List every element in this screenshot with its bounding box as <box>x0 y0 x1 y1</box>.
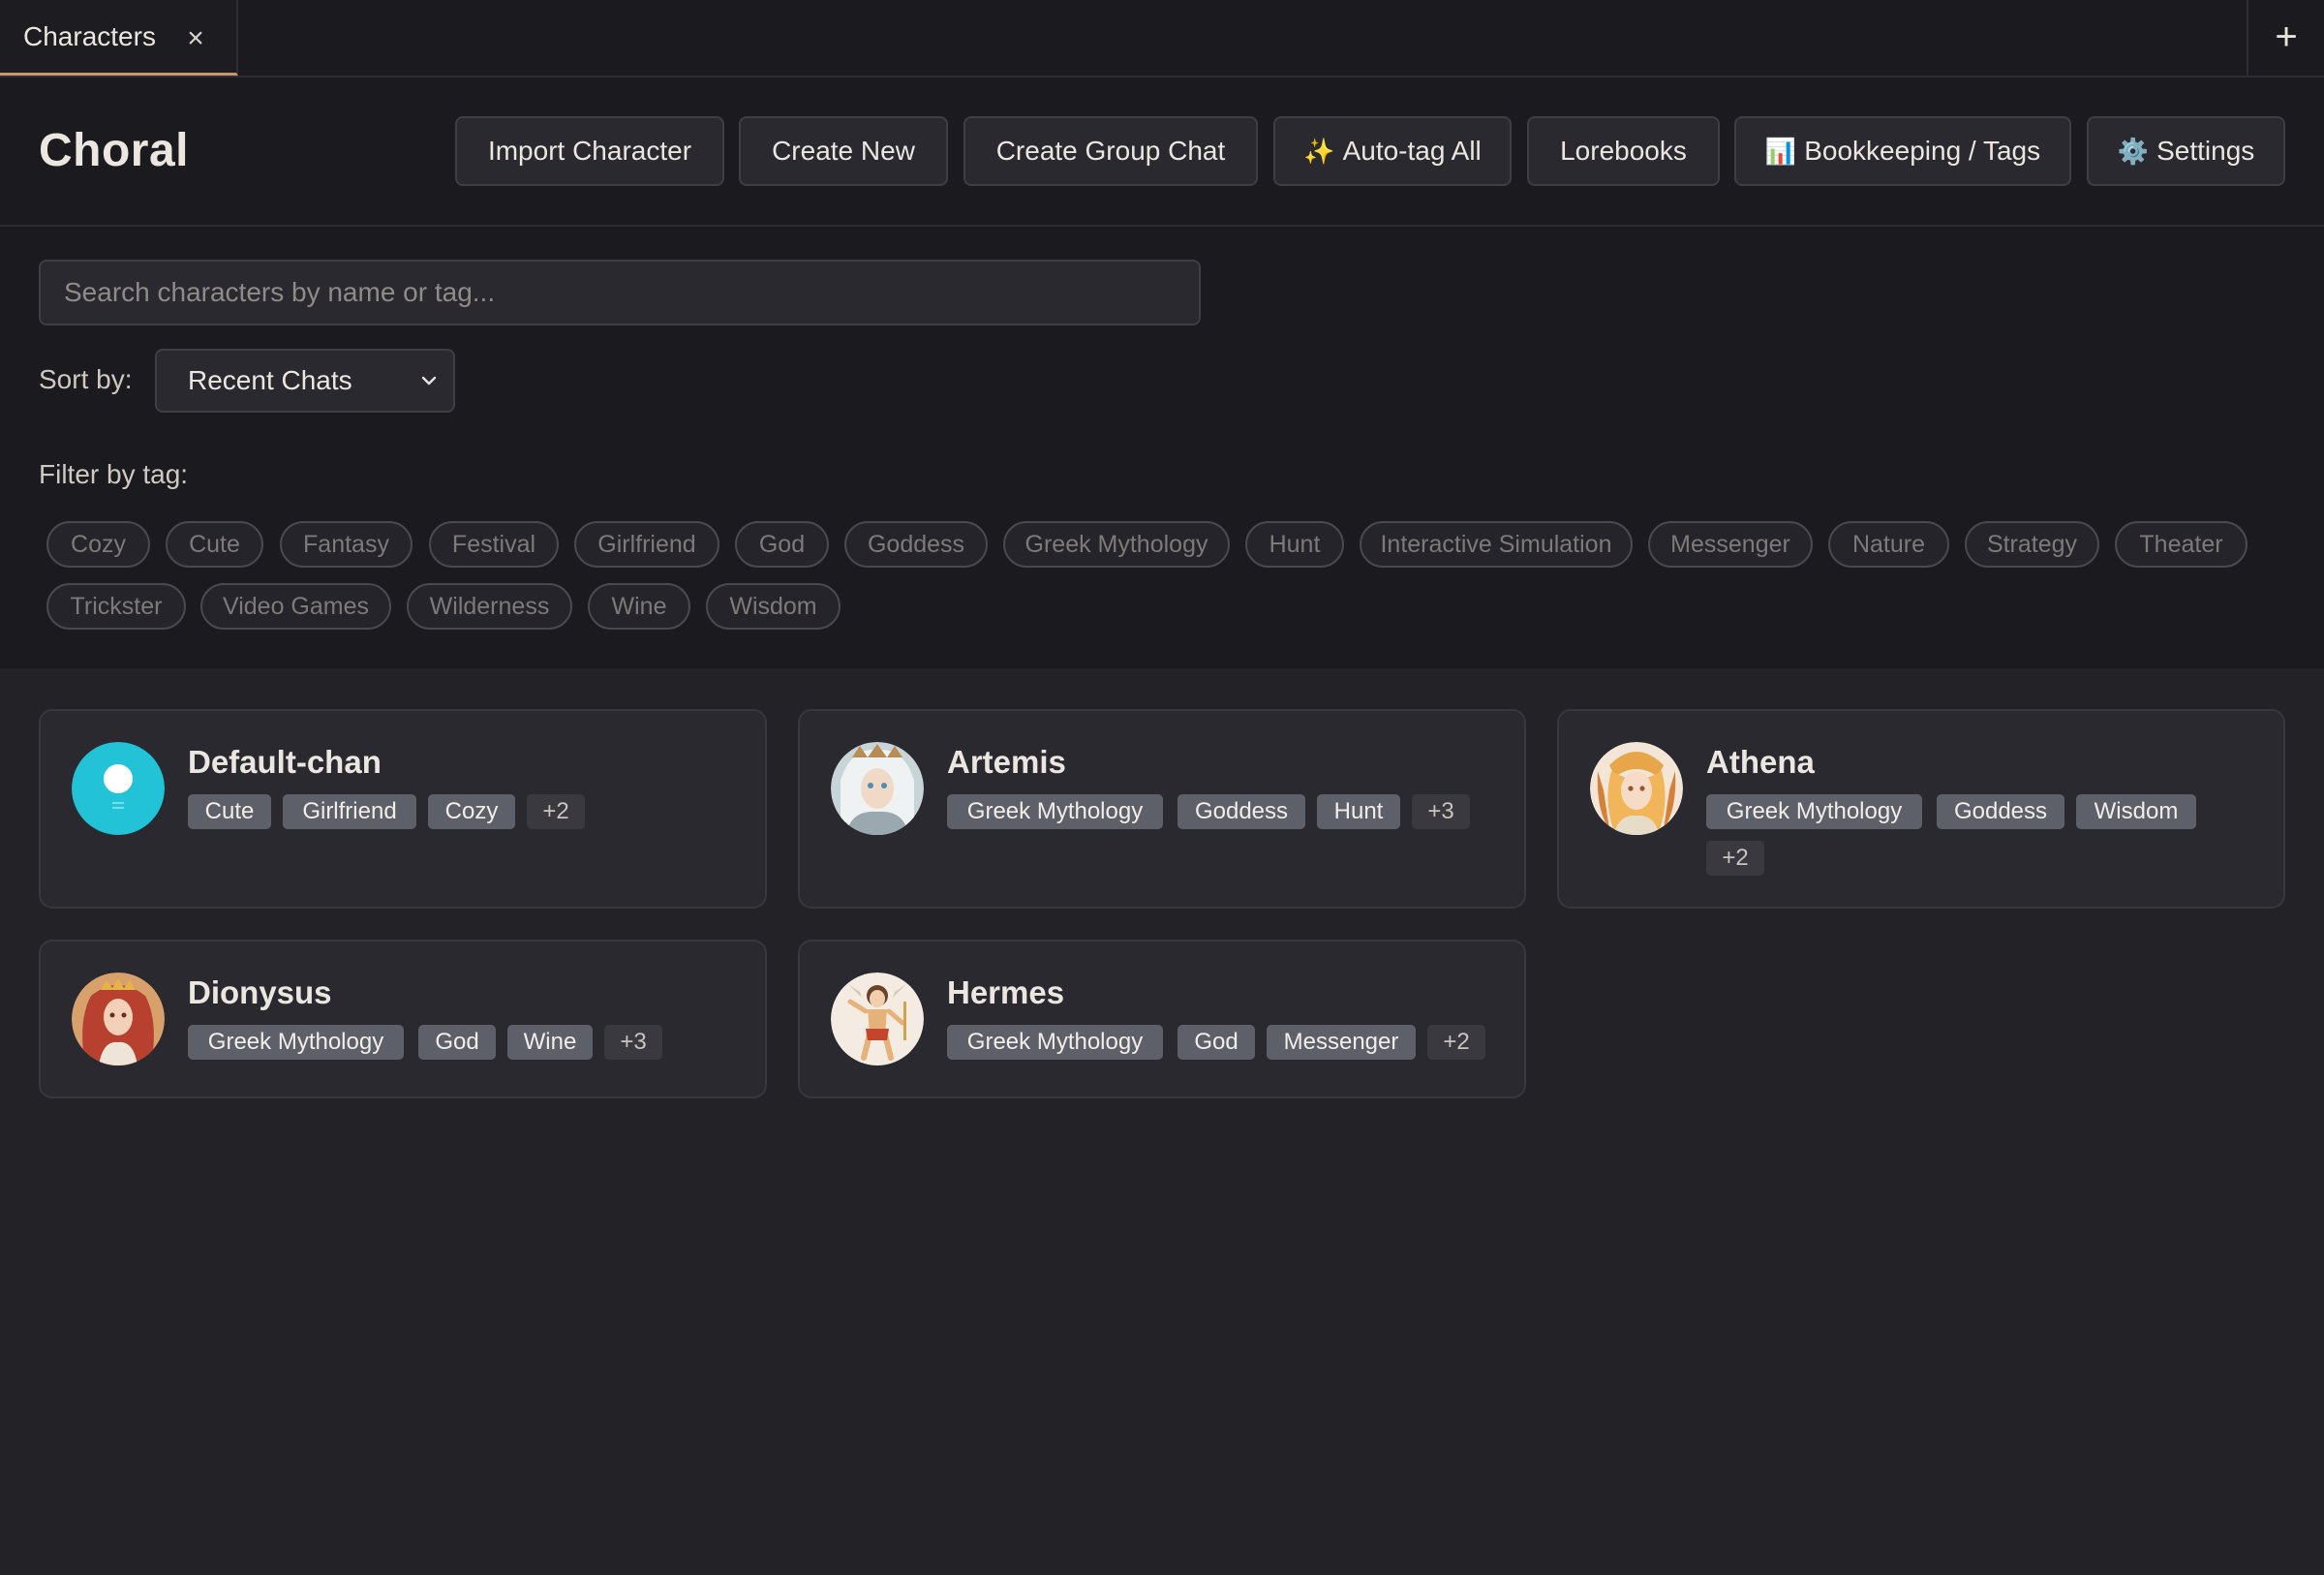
sort-value: Recent Chats <box>188 365 352 395</box>
settings-label: Settings <box>2156 136 2255 166</box>
filter-tag[interactable]: Girlfriend <box>574 521 719 568</box>
bar-chart-icon: 📊 <box>1764 136 1797 166</box>
athena-portrait-icon <box>1590 742 1683 835</box>
tab-label: Characters <box>23 20 156 51</box>
character-tag: God <box>1177 1025 1255 1060</box>
character-tag: Hunt <box>1317 794 1400 829</box>
more-tags-badge: +2 <box>527 794 585 829</box>
filter-tag[interactable]: Messenger <box>1648 521 1813 568</box>
bookkeeping-tags-label: Bookkeeping / Tags <box>1804 136 2041 166</box>
character-name: Dionysus <box>188 974 332 1010</box>
artemis-portrait-icon <box>831 742 924 835</box>
character-tag: Wisdom <box>2076 794 2196 829</box>
character-tag: Girlfriend <box>283 794 416 829</box>
filter-tag[interactable]: Cute <box>166 521 263 568</box>
tab-characters[interactable]: Characters × <box>0 0 238 76</box>
character-tag: God <box>418 1025 496 1060</box>
more-tags-badge: +2 <box>1706 841 1764 876</box>
character-card[interactable]: Artemis Greek Mythology Goddess Hunt +3 <box>798 709 1526 909</box>
filter-tag[interactable]: Theater <box>2115 521 2248 568</box>
filter-tag[interactable]: Goddess <box>844 521 988 568</box>
chevron-down-icon <box>421 376 437 386</box>
character-card[interactable]: Default-chan Cute Girlfriend Cozy +2 <box>39 709 767 909</box>
auto-tag-all-button[interactable]: ✨ Auto-tag All <box>1273 116 1512 186</box>
filter-tag[interactable]: Festival <box>429 521 559 568</box>
tab-bar: Characters × + <box>0 0 2324 77</box>
filter-tag[interactable]: God <box>735 521 829 568</box>
create-group-chat-button[interactable]: Create Group Chat <box>963 116 1258 186</box>
new-tab-button[interactable]: + <box>2247 0 2324 76</box>
character-tag: Greek Mythology <box>1706 794 1922 829</box>
character-tag: Messenger <box>1267 1025 1416 1060</box>
character-tag: Cute <box>188 794 271 829</box>
character-tag: Greek Mythology <box>947 794 1163 829</box>
filter-tag[interactable]: Wine <box>588 583 690 630</box>
filter-tag[interactable]: Interactive Simulation <box>1360 521 1633 568</box>
filter-label: Filter by tag: <box>39 459 189 489</box>
import-character-label: Import Character <box>487 136 692 166</box>
filter-tag[interactable]: Video Games <box>200 583 391 630</box>
create-new-label: Create New <box>772 136 915 166</box>
more-tags-badge: +3 <box>1412 794 1470 829</box>
character-tag: Greek Mythology <box>947 1025 1163 1060</box>
character-tag: Goddess <box>1937 794 2064 829</box>
filter-tag[interactable]: Trickster <box>46 583 186 630</box>
filter-tag[interactable]: Wisdom <box>706 583 841 630</box>
create-new-button[interactable]: Create New <box>739 116 948 186</box>
character-card[interactable]: Dionysus Greek Mythology God Wine +3 <box>39 940 767 1098</box>
avatar <box>831 742 924 835</box>
character-name: Artemis <box>947 744 1066 780</box>
filter-tag[interactable]: Fantasy <box>280 521 413 568</box>
avatar <box>831 973 924 1065</box>
more-tags-badge: +2 <box>1427 1025 1485 1060</box>
auto-tag-all-label: Auto-tag All <box>1342 136 1482 166</box>
settings-button[interactable]: ⚙️ Settings <box>2087 116 2285 186</box>
character-tag: Wine <box>507 1025 593 1060</box>
controls-panel: Sort by: Recent Chats Filter by tag: Coz… <box>0 227 2324 668</box>
character-tag: Greek Mythology <box>188 1025 404 1060</box>
filter-tag[interactable]: Nature <box>1828 521 1949 568</box>
more-tags-badge: +3 <box>604 1025 662 1060</box>
app-title: Choral <box>39 125 190 176</box>
character-card[interactable]: Athena Greek Mythology Goddess Wisdom +2 <box>1557 709 2285 909</box>
hermes-portrait-icon <box>831 973 924 1065</box>
character-tag: Goddess <box>1177 794 1305 829</box>
sort-label: Sort by: <box>39 364 133 394</box>
search-input[interactable] <box>39 260 1201 325</box>
gear-icon: ⚙️ <box>2117 136 2150 166</box>
create-group-chat-label: Create Group Chat <box>995 136 1226 166</box>
lorebooks-label: Lorebooks <box>1560 136 1687 166</box>
filter-tag[interactable]: Cozy <box>46 521 150 568</box>
character-tag: Cozy <box>428 794 515 829</box>
filter-tag[interactable]: Strategy <box>1965 521 2099 568</box>
character-name: Hermes <box>947 974 1065 1010</box>
character-card[interactable]: Hermes Greek Mythology God Messenger +2 <box>798 940 1526 1098</box>
avatar <box>72 973 165 1065</box>
character-name: Athena <box>1706 744 1815 780</box>
close-icon[interactable]: × <box>180 23 211 54</box>
default-avatar-icon <box>72 742 165 835</box>
app-header: Choral Import Character Create New Creat… <box>0 77 2324 227</box>
sparkles-icon: ✨ <box>1303 136 1335 166</box>
filter-tag[interactable]: Hunt <box>1245 521 1344 568</box>
bookkeeping-tags-button[interactable]: 📊 Bookkeeping / Tags <box>1734 116 2071 186</box>
avatar <box>1590 742 1683 835</box>
filter-tag[interactable]: Greek Mythology <box>1003 521 1230 568</box>
filter-tag[interactable]: Wilderness <box>407 583 572 630</box>
lorebooks-button[interactable]: Lorebooks <box>1527 116 1720 186</box>
character-name: Default-chan <box>188 744 382 780</box>
sort-select[interactable]: Recent Chats <box>155 349 455 413</box>
dionysus-portrait-icon <box>72 973 165 1065</box>
avatar <box>72 742 165 835</box>
import-character-button[interactable]: Import Character <box>455 116 724 186</box>
